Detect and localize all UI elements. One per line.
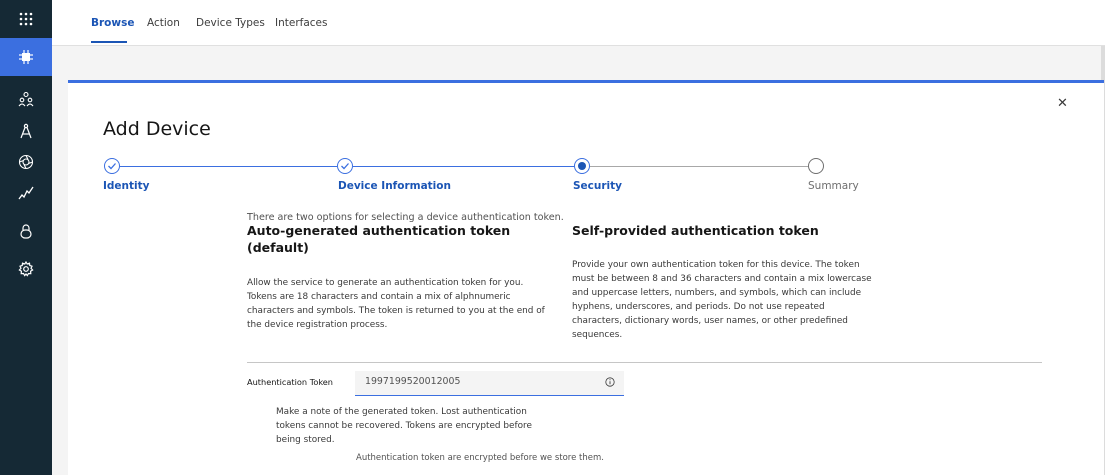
step-label-identity[interactable]: Identity	[103, 180, 150, 192]
members-icon	[18, 91, 34, 107]
step-complete-icon[interactable]	[337, 158, 353, 174]
analytics-icon	[18, 186, 34, 200]
tab-action[interactable]: Action	[147, 17, 180, 29]
auth-token-input[interactable]	[365, 376, 585, 387]
auth-token-label: Authentication Token	[247, 377, 333, 387]
apps-grid-icon	[19, 12, 33, 26]
auth-token-field[interactable]	[355, 371, 624, 396]
step-label-security[interactable]: Security	[573, 180, 622, 192]
security-nav-button[interactable]	[0, 212, 52, 250]
self-token-title: Self-provided authentication token	[572, 223, 819, 238]
chip-icon	[19, 50, 33, 64]
settings-icon	[18, 261, 34, 277]
devices-nav-button[interactable]	[0, 38, 52, 76]
section-divider	[247, 362, 1042, 363]
step-connector	[353, 166, 574, 167]
apps-grid-button[interactable]	[0, 0, 52, 38]
token-helper-text: Authentication token are encrypted befor…	[356, 453, 604, 463]
token-note: Make a note of the generated token. Lost…	[276, 407, 532, 445]
aperture-icon	[18, 154, 34, 170]
settings-nav-button[interactable]	[0, 250, 52, 288]
modal-title: Add Device	[103, 118, 211, 140]
top-nav: Browse Action Device Types Interfaces	[52, 0, 1105, 46]
left-rail	[0, 0, 52, 475]
step-connector	[590, 166, 808, 167]
compass-icon	[20, 123, 32, 139]
active-tab-indicator	[91, 41, 127, 43]
auto-token-title: Auto-generated authentication token (def…	[247, 223, 511, 255]
analytics-nav-button[interactable]	[0, 174, 52, 212]
tab-interfaces[interactable]: Interfaces	[275, 17, 327, 29]
step-current-icon[interactable]	[574, 158, 590, 174]
close-icon[interactable]: ✕	[1057, 96, 1068, 111]
step-label-summary: Summary	[808, 180, 859, 192]
step-connector	[120, 166, 337, 167]
step-complete-icon[interactable]	[104, 158, 120, 174]
tab-device-types[interactable]: Device Types	[196, 17, 265, 29]
self-token-description: Provide your own authentication token fo…	[572, 260, 872, 340]
tab-browse[interactable]: Browse	[91, 17, 134, 29]
auto-token-description: Allow the service to generate an authent…	[247, 278, 545, 330]
step-label-device-information[interactable]: Device Information	[338, 180, 451, 192]
info-icon[interactable]	[605, 377, 615, 387]
lock-icon	[20, 224, 32, 239]
step-incomplete-icon	[808, 158, 824, 174]
